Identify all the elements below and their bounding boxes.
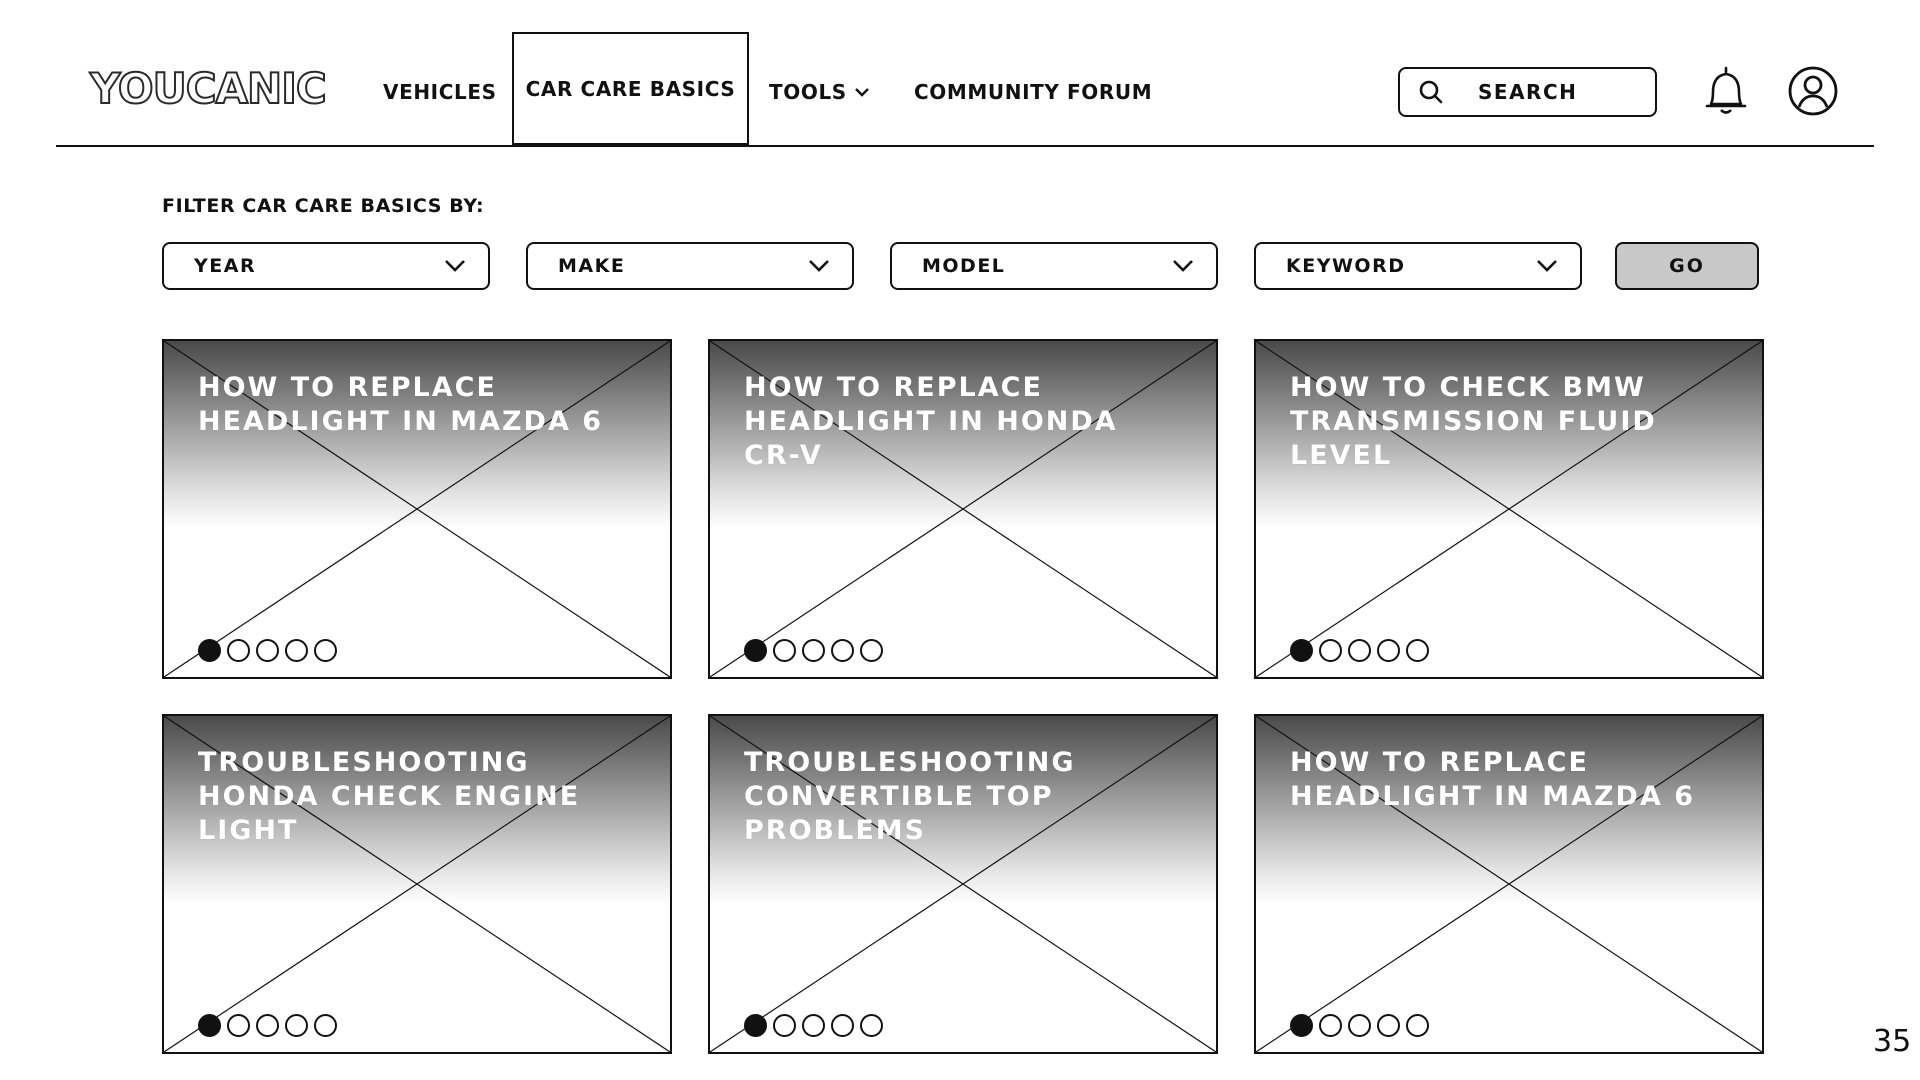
- carousel-dot[interactable]: [1319, 639, 1342, 662]
- chevron-down-icon: [854, 88, 869, 97]
- carousel-dots: [744, 639, 883, 662]
- carousel-dot[interactable]: [831, 1014, 854, 1037]
- carousel-dot-active[interactable]: [1290, 1014, 1313, 1037]
- nav-car-care-basics[interactable]: CAR CARE BASICS: [512, 32, 749, 145]
- nav-vehicles[interactable]: VEHICLES: [383, 70, 497, 114]
- carousel-dot[interactable]: [314, 639, 337, 662]
- nav-community-forum[interactable]: COMMUNITY FORUM: [914, 70, 1152, 114]
- carousel-dot[interactable]: [227, 1014, 250, 1037]
- carousel-dot-active[interactable]: [1290, 639, 1313, 662]
- filter-title: FILTER CAR CARE BASICS BY:: [162, 195, 485, 217]
- user-icon[interactable]: [1787, 65, 1839, 117]
- carousel-dot[interactable]: [802, 639, 825, 662]
- carousel-dots: [744, 1014, 883, 1037]
- chevron-down-icon: [445, 260, 465, 272]
- search-box[interactable]: SEARCH: [1398, 67, 1657, 117]
- carousel-dot[interactable]: [227, 639, 250, 662]
- chevron-down-icon: [809, 260, 829, 272]
- bell-icon[interactable]: [1699, 64, 1753, 118]
- nav-tools-label: TOOLS: [769, 80, 847, 104]
- carousel-dot[interactable]: [831, 639, 854, 662]
- youcanic-logo[interactable]: YOUCANIC: [89, 63, 328, 118]
- article-card[interactable]: TROUBLESHOOTING CONVERTIBLE TOP PROBLEMS: [708, 714, 1218, 1054]
- carousel-dot[interactable]: [1319, 1014, 1342, 1037]
- article-card[interactable]: HOW TO REPLACE HEADLIGHT IN MAZDA 6: [162, 339, 672, 679]
- model-select-label: MODEL: [922, 255, 1006, 277]
- carousel-dots: [198, 1014, 337, 1037]
- carousel-dot-active[interactable]: [198, 1014, 221, 1037]
- chevron-down-icon: [1173, 260, 1193, 272]
- carousel-dot-active[interactable]: [744, 639, 767, 662]
- article-card[interactable]: HOW TO REPLACE HEADLIGHT IN MAZDA 6: [1254, 714, 1764, 1054]
- chevron-down-icon: [1537, 260, 1557, 272]
- year-select-label: YEAR: [194, 255, 257, 277]
- carousel-dot[interactable]: [1406, 639, 1429, 662]
- search-icon: [1419, 80, 1443, 104]
- carousel-dot[interactable]: [314, 1014, 337, 1037]
- article-card-title: HOW TO REPLACE HEADLIGHT IN MAZDA 6: [198, 372, 604, 437]
- carousel-dot[interactable]: [256, 1014, 279, 1037]
- carousel-dot[interactable]: [1406, 1014, 1429, 1037]
- article-card-title: TROUBLESHOOTING HONDA CHECK ENGINE LIGHT: [198, 747, 581, 846]
- carousel-dot[interactable]: [773, 1014, 796, 1037]
- carousel-dots: [198, 639, 337, 662]
- year-select[interactable]: YEAR: [162, 242, 490, 290]
- article-card[interactable]: TROUBLESHOOTING HONDA CHECK ENGINE LIGHT: [162, 714, 672, 1054]
- article-card[interactable]: HOW TO CHECK BMW TRANSMISSION FLUID LEVE…: [1254, 339, 1764, 679]
- nav-car-care-basics-label: CAR CARE BASICS: [525, 76, 736, 101]
- carousel-dot-active[interactable]: [198, 639, 221, 662]
- carousel-dot[interactable]: [256, 639, 279, 662]
- header-divider: [56, 145, 1874, 147]
- search-label: SEARCH: [1478, 80, 1578, 104]
- article-card[interactable]: HOW TO REPLACE HEADLIGHT IN HONDA CR-V: [708, 339, 1218, 679]
- carousel-dot[interactable]: [1377, 639, 1400, 662]
- carousel-dot[interactable]: [860, 639, 883, 662]
- make-select-label: MAKE: [558, 255, 626, 277]
- page-number: 35: [1873, 1024, 1912, 1059]
- carousel-dot[interactable]: [773, 639, 796, 662]
- carousel-dot[interactable]: [285, 639, 308, 662]
- carousel-dots: [1290, 639, 1429, 662]
- carousel-dot[interactable]: [1348, 1014, 1371, 1037]
- article-card-title: HOW TO CHECK BMW TRANSMISSION FLUID LEVE…: [1290, 372, 1657, 471]
- carousel-dot[interactable]: [1377, 1014, 1400, 1037]
- article-card-title: HOW TO REPLACE HEADLIGHT IN HONDA CR-V: [744, 372, 1118, 471]
- article-card-title: TROUBLESHOOTING CONVERTIBLE TOP PROBLEMS: [744, 747, 1076, 846]
- article-card-title: HOW TO REPLACE HEADLIGHT IN MAZDA 6: [1290, 747, 1696, 812]
- carousel-dot[interactable]: [1348, 639, 1371, 662]
- keyword-select-label: KEYWORD: [1286, 255, 1406, 277]
- nav-tools[interactable]: TOOLS: [769, 70, 869, 114]
- make-select[interactable]: MAKE: [526, 242, 854, 290]
- go-button[interactable]: GO: [1615, 242, 1759, 290]
- carousel-dot-active[interactable]: [744, 1014, 767, 1037]
- model-select[interactable]: MODEL: [890, 242, 1218, 290]
- carousel-dot[interactable]: [860, 1014, 883, 1037]
- carousel-dots: [1290, 1014, 1429, 1037]
- keyword-select[interactable]: KEYWORD: [1254, 242, 1582, 290]
- carousel-dot[interactable]: [802, 1014, 825, 1037]
- carousel-dot[interactable]: [285, 1014, 308, 1037]
